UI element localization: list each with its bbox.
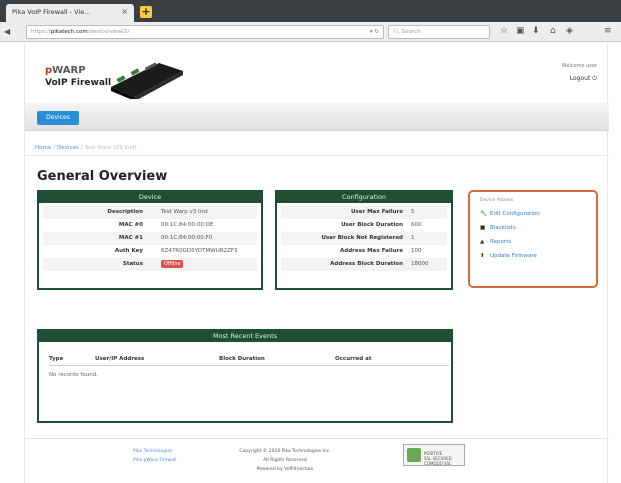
blacklist-icon: ■ (480, 225, 486, 231)
logo-subtitle: VoIP Firewall (45, 78, 112, 88)
column-block-duration: Block Duration (219, 356, 265, 362)
url-prefix: https:// (31, 29, 51, 35)
reports-link[interactable]: ▲ Reports (480, 239, 586, 253)
home-icon[interactable]: ⌂ (550, 27, 556, 36)
events-panel-title: Most Recent Events (39, 331, 451, 342)
breadcrumb-devices[interactable]: Devices (57, 145, 79, 151)
search-placeholder: Search (401, 29, 421, 35)
url-bar[interactable]: https://pikatech.com/device/view/2/ ▾ ↻ (26, 25, 384, 39)
browser-tab[interactable]: Pika VoIP Firewall - Vie... × (6, 4, 134, 22)
divider (25, 438, 609, 439)
config-panel: Configuration User Max Failure 5 User Blo… (275, 190, 453, 290)
device-row: MAC #1 00:1C:84:00:00:F0 (43, 232, 257, 245)
tab-title: Pika VoIP Firewall - Vie... (12, 8, 91, 16)
column-occurred-at: Occurred at (335, 356, 372, 362)
upload-icon: ⬆ (480, 253, 485, 259)
download-icon[interactable]: ⬇ (532, 27, 540, 36)
column-user-ip: User/IP Address (95, 356, 145, 362)
device-panel-title: Device (39, 192, 261, 203)
device-row: Description Test Warp v3 Inst (43, 206, 257, 219)
events-panel: Most Recent Events Type User/IP Address … (37, 329, 453, 423)
top-nav: Devices (25, 103, 609, 131)
power-icon: ⏻ (592, 75, 597, 82)
reload-icon[interactable]: ▾ ↻ (370, 29, 379, 35)
browser-navbar: ◀ https://pikatech.com/device/view/2/ ▾ … (0, 22, 621, 42)
page-title: General Overview (37, 169, 168, 184)
back-arrow-icon[interactable]: ◀ (4, 27, 10, 36)
config-row: User Max Failure 5 (281, 206, 447, 219)
table-header: Type User/IP Address Block Duration Occu… (49, 353, 449, 365)
divider (49, 365, 449, 366)
lock-icon (407, 448, 421, 462)
config-panel-title: Configuration (277, 192, 451, 203)
divider (25, 155, 609, 156)
empty-message: No records found. (49, 372, 98, 378)
new-tab-button[interactable]: + (140, 6, 152, 18)
menu-icon[interactable]: ≡ (604, 27, 612, 36)
devices-button[interactable]: Devices (37, 111, 79, 125)
device-actions-panel: Device Actions 🔧 Edit Configuration ■ Blac… (468, 190, 598, 288)
reports-icon: ▲ (480, 239, 485, 245)
footer-links: Pika Technologies Pika pWarp Firewall (133, 447, 176, 465)
url-domain: pikatech.com (50, 29, 88, 35)
breadcrumb-current: Test Warp (V3 Inst) (84, 145, 137, 151)
device-actions-label: Device Actions (480, 198, 514, 203)
config-row: User Block Duration 600 (341, 222, 422, 228)
device-row: Auth Key 6Z47R0GDSYDTMWUR2ZF3 (114, 248, 238, 254)
footer-link-firewall[interactable]: Pika pWarp Firewall (133, 456, 176, 465)
breadcrumb-home[interactable]: Home (35, 145, 51, 151)
footer-copyright: Copyright © 2016 Pika Technologies Inc. … (239, 449, 331, 472)
device-row: MAC #0 00:1C:84:00:00:DE (118, 222, 214, 228)
device-logo-image (111, 62, 183, 99)
wrench-icon: 🔧 (480, 211, 487, 217)
search-icon: 🔍︎ (393, 29, 400, 35)
ssl-badge[interactable]: POSITIVE SSL SECURED COMODO SSL (403, 444, 465, 466)
url-suffix: /device/view/2/ (87, 29, 130, 35)
config-row: User Block Not Registered 1 (281, 232, 447, 245)
star-icon[interactable]: ☆ (500, 27, 508, 36)
pocket-icon[interactable]: ◈ (566, 27, 573, 36)
edit-configuration-link[interactable]: 🔧 Edit Configuration (480, 211, 586, 225)
config-row: Address Block Duration 18000 (281, 258, 447, 271)
bookmarks-icon[interactable]: ▣ (516, 27, 525, 36)
breadcrumb: Home / Devices / Test Warp (V3 Inst) (35, 145, 137, 151)
page-content: pWARP VoIP Firewall Welcome user Logout … (24, 43, 609, 483)
status-badge: Offline (161, 260, 184, 268)
footer-link-pika[interactable]: Pika Technologies (133, 447, 176, 456)
events-table: Type User/IP Address Block Duration Occu… (49, 353, 449, 378)
update-firmware-link[interactable]: ⬆ Update Firmware (480, 253, 586, 267)
logo-title: pWARP (45, 65, 86, 76)
config-row: Address Max Failure 100 (340, 248, 422, 254)
device-row: Status Offline (43, 258, 257, 271)
logout-link[interactable]: Logout ⏻ (570, 75, 597, 83)
device-panel: Device Description Test Warp v3 Inst MAC … (37, 190, 263, 290)
browser-tab-bar: Pika VoIP Firewall - Vie... × + (0, 0, 621, 22)
welcome-text: Welcome user (561, 63, 597, 69)
column-type: Type (49, 356, 64, 362)
blacklists-link[interactable]: ■ Blacklists (480, 225, 586, 239)
page: pWARP VoIP Firewall Welcome user Logout … (0, 43, 621, 483)
search-input[interactable]: 🔍︎ Search (388, 25, 490, 39)
close-icon[interactable]: × (121, 7, 128, 16)
